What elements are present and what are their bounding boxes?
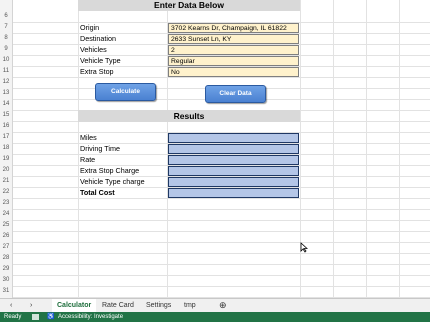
calculate-button[interactable]: Calculate <box>95 83 156 101</box>
vehicles-input[interactable]: 2 <box>168 45 299 55</box>
row-number[interactable]: 26 <box>0 231 12 242</box>
row-number[interactable]: 9 <box>0 44 12 55</box>
col-gridline <box>300 0 301 300</box>
row-number[interactable]: 17 <box>0 132 12 143</box>
vehicle-type-input[interactable]: Regular <box>168 56 299 66</box>
row-number[interactable]: 20 <box>0 165 12 176</box>
row-gridline <box>13 253 430 254</box>
driving-time-output[interactable] <box>168 144 299 154</box>
accessibility-icon: ♿ <box>47 314 55 320</box>
col-gridline <box>78 0 79 300</box>
sheet-tab-bar: ‹ › Calculator Rate Card Settings tmp ⊕ <box>0 298 430 314</box>
row-number[interactable]: 13 <box>0 88 12 99</box>
row-gridline <box>13 275 430 276</box>
row-number[interactable]: 23 <box>0 198 12 209</box>
col-gridline <box>333 0 334 300</box>
vehicles-label: Vehicles <box>80 45 107 54</box>
tab-nav-prev[interactable]: ‹ <box>10 299 12 312</box>
row-number[interactable]: 14 <box>0 99 12 110</box>
row-gridline <box>13 77 430 78</box>
row-number[interactable]: 15 <box>0 110 12 121</box>
row-number[interactable]: 19 <box>0 154 12 165</box>
miles-output[interactable] <box>168 133 299 143</box>
row-number[interactable]: 28 <box>0 253 12 264</box>
extra-stop-input[interactable]: No <box>168 67 299 77</box>
row-number[interactable]: 21 <box>0 176 12 187</box>
tab-tmp[interactable]: tmp <box>184 299 196 312</box>
mouse-cursor-icon <box>300 242 308 253</box>
row-gridline <box>13 220 430 221</box>
row-gridline <box>13 264 430 265</box>
add-sheet-button[interactable]: ⊕ <box>219 299 227 312</box>
status-bar: Ready ♿ Accessibility: Investigate <box>0 312 430 322</box>
results-header: Results <box>78 110 300 122</box>
vehicle-type-label: Vehicle Type <box>80 56 121 65</box>
row-number[interactable]: 18 <box>0 143 12 154</box>
origin-input[interactable]: 3702 Kearns Dr, Champaign, IL 61822 <box>168 23 299 33</box>
total-cost-label: Total Cost <box>80 188 115 197</box>
extra-stop-charge-output[interactable] <box>168 166 299 176</box>
vehicle-type-charge-label: Vehicle Type charge <box>80 177 145 186</box>
row-gridline <box>13 231 430 232</box>
rate-label: Rate <box>80 155 96 164</box>
extra-stop-charge-label: Extra Stop Charge <box>80 166 140 175</box>
row-number[interactable]: 30 <box>0 275 12 286</box>
tab-settings[interactable]: Settings <box>146 299 171 312</box>
row-number[interactable]: 6 <box>0 11 12 22</box>
row-number[interactable]: 7 <box>0 22 12 33</box>
row-gridline <box>13 198 430 199</box>
rate-output[interactable] <box>168 155 299 165</box>
row-gridline <box>13 286 430 287</box>
row-number[interactable]: 25 <box>0 220 12 231</box>
col-gridline <box>366 0 367 300</box>
row-number[interactable]: 31 <box>0 286 12 297</box>
status-ready: Ready <box>4 314 22 320</box>
miles-label: Miles <box>80 133 97 142</box>
row-number[interactable]: 27 <box>0 242 12 253</box>
spreadsheet-grid[interactable]: 5 67891011121314151617181920212223242526… <box>0 0 430 300</box>
destination-label: Destination <box>80 34 116 43</box>
row-number[interactable]: 12 <box>0 77 12 88</box>
row-number[interactable]: 10 <box>0 55 12 66</box>
vehicle-type-charge-output[interactable] <box>168 177 299 187</box>
tab-rate-card[interactable]: Rate Card <box>102 299 134 312</box>
row-number: 5 <box>0 0 12 4</box>
accessibility-status[interactable]: Accessibility: Investigate <box>58 312 123 322</box>
row-number[interactable]: 16 <box>0 121 12 132</box>
destination-input[interactable]: 2633 Sunset Ln, KY <box>168 34 299 44</box>
row-number[interactable]: 8 <box>0 33 12 44</box>
row-number[interactable]: 11 <box>0 66 12 77</box>
clear-data-button[interactable]: Clear Data <box>205 85 266 103</box>
row-number[interactable]: 29 <box>0 264 12 275</box>
macro-record-icon[interactable] <box>32 314 39 320</box>
origin-label: Origin <box>80 23 100 32</box>
extra-stop-label: Extra Stop <box>80 67 114 76</box>
row-gridline <box>13 242 430 243</box>
total-cost-output[interactable] <box>168 188 299 198</box>
row-number[interactable]: 24 <box>0 209 12 220</box>
tab-nav-next[interactable]: › <box>30 299 32 312</box>
col-gridline <box>399 0 400 300</box>
row-number[interactable]: 22 <box>0 187 12 198</box>
driving-time-label: Driving Time <box>80 144 120 153</box>
enter-data-header: Enter Data Below <box>78 0 300 11</box>
row-gridline <box>13 209 430 210</box>
